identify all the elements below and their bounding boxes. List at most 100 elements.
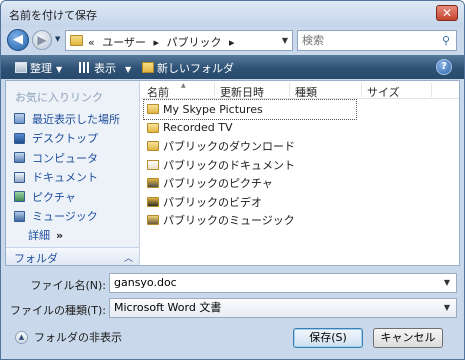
back-button[interactable]: ◀ xyxy=(7,29,29,51)
help-button[interactable]: ? xyxy=(436,59,452,75)
computer-icon xyxy=(14,152,25,164)
title-bar: 名前を付けて保存 ✕ xyxy=(1,1,464,27)
filename-row: ファイル名(N): gansyo.doc ▼ xyxy=(1,273,464,295)
chevron-up-icon: ▲ xyxy=(15,330,28,344)
navigation-pane: お気に入りリンク 最近表示した場所 デスクトップ コンピュータ ドキュメント ピ… xyxy=(6,81,140,265)
recent-places-icon xyxy=(14,113,25,125)
list-item[interactable]: パブリックのピクチャ xyxy=(144,174,456,193)
organize-label: 整理 xyxy=(30,62,52,75)
breadcrumb-overflow[interactable]: « xyxy=(88,36,95,49)
pictures-folder-icon xyxy=(147,178,159,189)
new-folder-button[interactable]: 新しいフォルダ xyxy=(142,60,234,76)
folder-icon xyxy=(147,122,159,133)
filename-field[interactable]: gansyo.doc ▼ xyxy=(109,273,457,293)
chevron-down-icon[interactable]: ▼ xyxy=(444,299,450,317)
chevron-down-icon: ▼ xyxy=(56,65,63,74)
favorite-link-pictures[interactable]: ピクチャ xyxy=(14,187,138,207)
chevron-down-icon[interactable]: ▼ xyxy=(444,274,450,292)
organize-icon xyxy=(15,62,27,73)
chevron-down-icon: ▼ xyxy=(125,65,132,74)
close-button[interactable]: ✕ xyxy=(436,5,458,21)
more-links-label: 詳細 xyxy=(28,229,50,242)
list-item[interactable]: My Skype Pictures xyxy=(143,99,357,120)
hide-folders-toggle[interactable]: ▲ フォルダの非表示 xyxy=(15,329,122,345)
search-input[interactable] xyxy=(302,33,432,48)
file-list: My Skype Pictures Recorded TV パブリックのダウンロ… xyxy=(143,99,456,230)
favorite-links-title: お気に入りリンク xyxy=(15,91,103,104)
favorite-link-music[interactable]: ミュージック xyxy=(14,207,138,227)
file-name: パブリックのドキュメント xyxy=(163,158,295,172)
filename-value: gansyo.doc xyxy=(114,276,177,289)
double-chevron-right-icon: » xyxy=(56,229,64,242)
favorite-links-list: 最近表示した場所 デスクトップ コンピュータ ドキュメント ピクチャ ミュージッ… xyxy=(14,109,138,226)
column-divider[interactable] xyxy=(361,83,362,97)
favorite-link-label: ピクチャ xyxy=(32,190,76,204)
list-item[interactable]: パブリックのドキュメント xyxy=(144,156,456,175)
new-folder-icon xyxy=(142,62,154,73)
new-folder-label: 新しいフォルダ xyxy=(157,62,234,75)
folders-label: フォルダ xyxy=(14,252,58,265)
filename-label: ファイル名(N): xyxy=(30,279,106,292)
forward-button[interactable]: ▶ xyxy=(32,30,52,50)
folder-icon xyxy=(147,141,159,152)
search-box[interactable]: ⚲ xyxy=(297,30,457,51)
browser-body: お気に入りリンク 最近表示した場所 デスクトップ コンピュータ ドキュメント ピ… xyxy=(5,80,460,266)
list-item[interactable]: Recorded TV xyxy=(144,119,456,138)
list-item[interactable]: パブリックのダウンロード xyxy=(144,137,456,156)
file-name: パブリックのダウンロード xyxy=(163,140,295,154)
filetype-label: ファイルの種類(T): xyxy=(9,304,106,317)
music-icon xyxy=(14,210,25,222)
favorite-link-label: ミュージック xyxy=(32,210,98,224)
organize-button[interactable]: 整理 ▼ xyxy=(15,60,62,76)
filetype-select[interactable]: Microsoft Word 文書 ▼ xyxy=(109,298,457,318)
file-name: パブリックのビデオ xyxy=(163,195,262,209)
cancel-button[interactable]: キャンセル xyxy=(373,328,443,348)
search-icon[interactable]: ⚲ xyxy=(442,34,450,47)
pictures-icon xyxy=(14,191,25,203)
column-divider[interactable] xyxy=(214,83,215,97)
column-header-type[interactable]: 種類 xyxy=(295,84,317,100)
favorite-link-computer[interactable]: コンピュータ xyxy=(14,148,138,168)
documents-folder-icon xyxy=(147,159,159,170)
filetype-row: ファイルの種類(T): Microsoft Word 文書 ▼ xyxy=(1,298,464,320)
save-as-dialog: 名前を付けて保存 ✕ ◀ ▶ ▼ « ユーザー ▸ パブリック ▸ ▼ ↻ ⚲ … xyxy=(0,0,465,360)
breadcrumb: « ユーザー ▸ パブリック ▸ xyxy=(88,34,239,50)
recent-pages-dropdown-icon[interactable]: ▼ xyxy=(55,35,60,43)
folder-icon xyxy=(70,35,83,46)
back-arrow-icon: ◀ xyxy=(13,32,23,47)
column-header-modified[interactable]: 更新日時 xyxy=(220,84,264,100)
breadcrumb-public[interactable]: パブリック xyxy=(167,36,222,49)
column-divider[interactable] xyxy=(431,83,432,97)
filetype-value: Microsoft Word 文書 xyxy=(114,301,222,314)
file-name: パブリックのミュージック xyxy=(163,214,295,228)
favorite-link-recent-places[interactable]: 最近表示した場所 xyxy=(14,109,138,129)
videos-folder-icon xyxy=(147,196,159,207)
column-header-size[interactable]: サイズ xyxy=(367,84,400,100)
breadcrumb-separator[interactable]: ▸ xyxy=(154,36,160,49)
favorite-link-desktop[interactable]: デスクトップ xyxy=(14,129,138,149)
dialog-title: 名前を付けて保存 xyxy=(9,9,97,22)
chevron-up-icon: ︿ xyxy=(123,254,133,264)
favorite-link-label: デスクトップ xyxy=(32,132,98,146)
breadcrumb-separator[interactable]: ▸ xyxy=(229,36,235,49)
favorite-link-label: ドキュメント xyxy=(32,171,98,185)
address-bar[interactable]: « ユーザー ▸ パブリック ▸ ▼ xyxy=(65,30,293,51)
save-button[interactable]: 保存(S) xyxy=(293,328,363,348)
more-links-button[interactable]: 詳細 » xyxy=(28,227,63,243)
views-label: 表示 xyxy=(94,62,116,75)
list-item[interactable]: パブリックのミュージック xyxy=(144,211,456,230)
column-header-name[interactable]: 名前 ▲ xyxy=(147,82,186,100)
favorite-link-documents[interactable]: ドキュメント xyxy=(14,168,138,188)
column-divider[interactable] xyxy=(289,83,290,97)
music-folder-icon xyxy=(147,215,159,226)
desktop-icon xyxy=(14,132,25,144)
favorite-link-label: コンピュータ xyxy=(32,151,98,165)
address-dropdown-icon[interactable]: ▼ xyxy=(282,36,288,45)
command-bar: 整理 ▼ 表示 ▼ 新しいフォルダ ? xyxy=(1,55,464,79)
forward-arrow-icon: ▶ xyxy=(37,33,47,47)
views-button[interactable]: 表示 ▼ xyxy=(79,60,131,76)
list-item[interactable]: パブリックのビデオ xyxy=(144,193,456,212)
breadcrumb-users[interactable]: ユーザー xyxy=(102,36,146,49)
file-list-pane: 名前 ▲ 更新日時 種類 サイズ My Skype Pictures Record… xyxy=(141,81,459,265)
folders-toggle-bar[interactable]: フォルダ ︿ xyxy=(6,247,139,265)
